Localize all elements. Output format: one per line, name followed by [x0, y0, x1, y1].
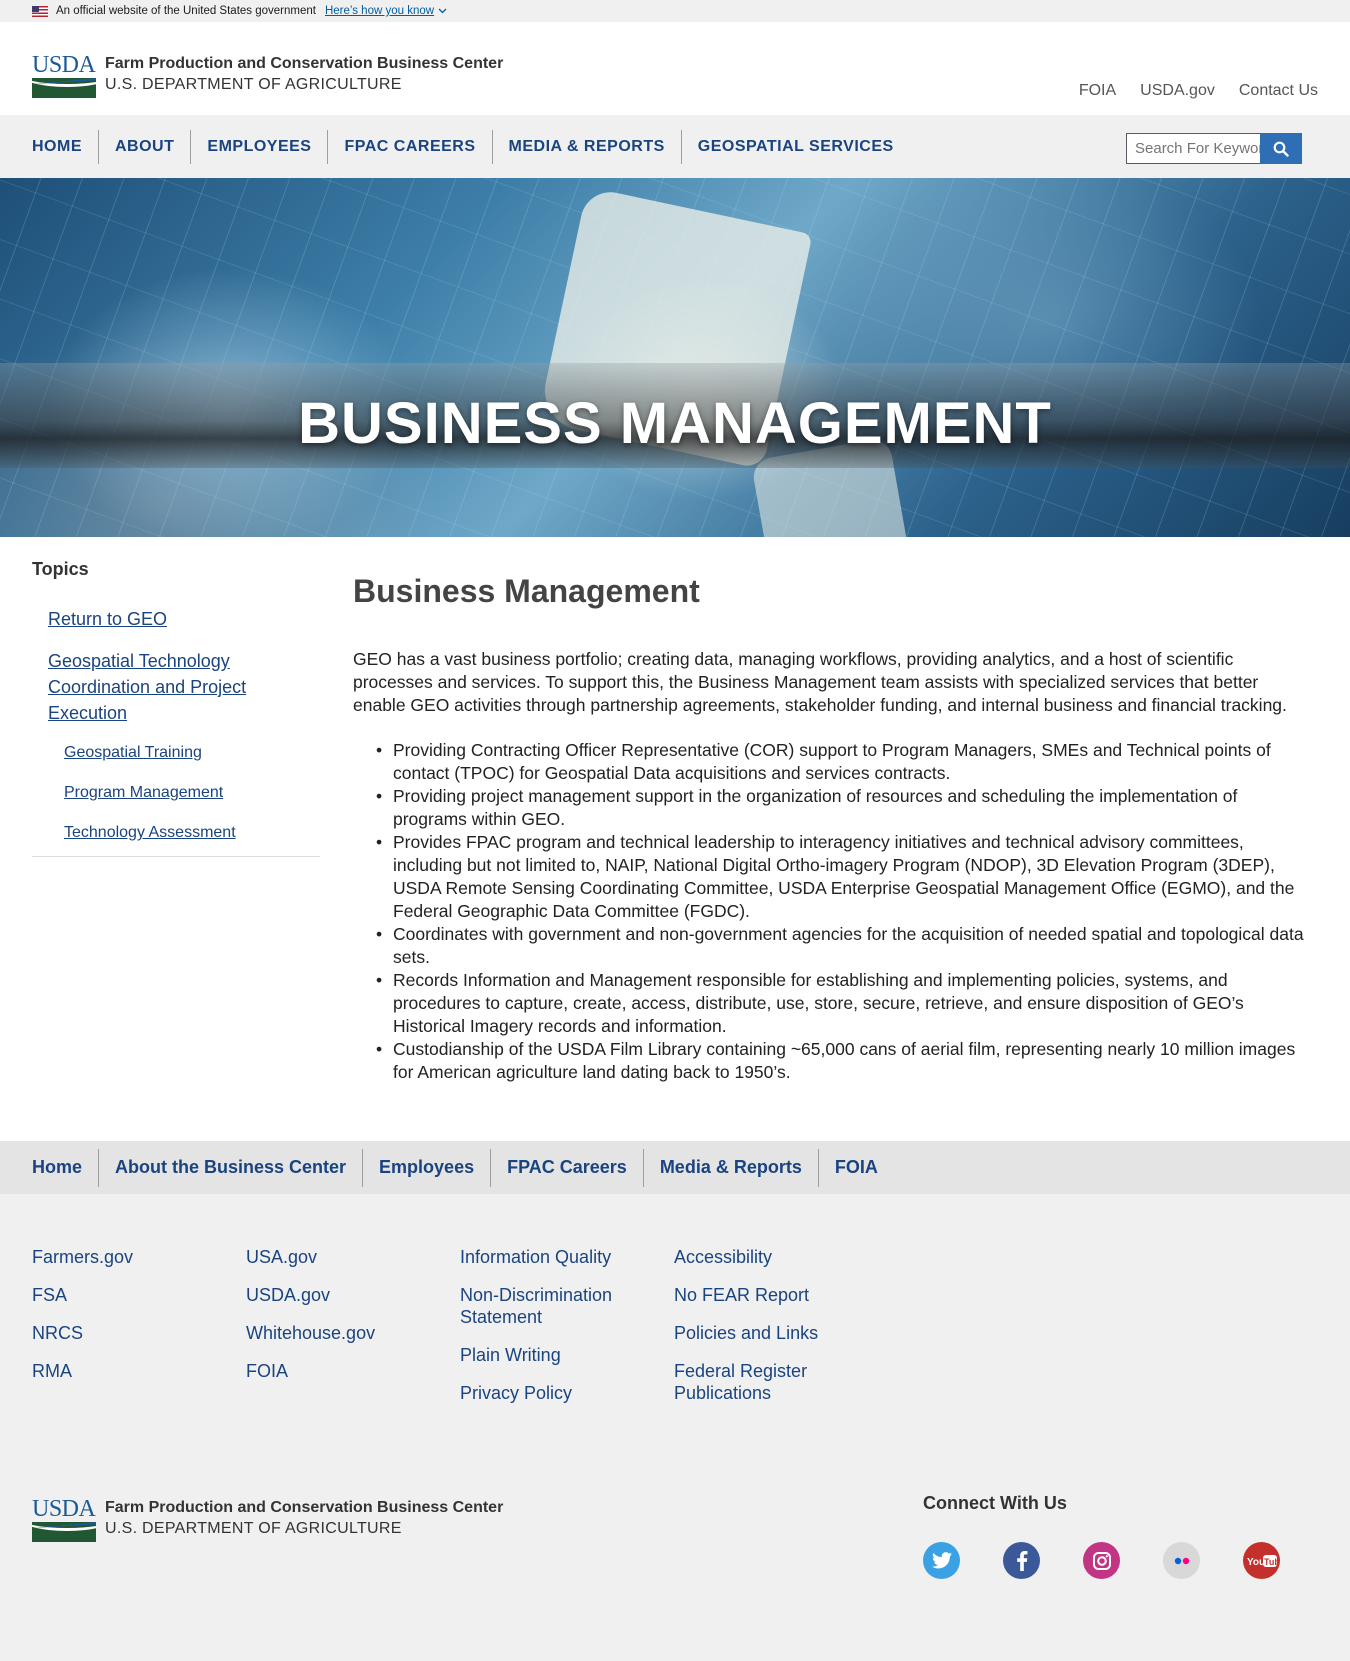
footer-nav-media-reports[interactable]: Media & Reports — [642, 1148, 818, 1187]
footer-link-fsa[interactable]: FSA — [32, 1284, 246, 1306]
nav-about[interactable]: ABOUT — [98, 129, 190, 164]
footer-col-1: Farmers.gov FSA NRCS RMA — [32, 1246, 246, 1420]
hero-banner: BUSINESS MANAGEMENT — [0, 178, 1350, 537]
sidebar-link-geospatial-technology[interactable]: Geospatial Technology Coordination and P… — [32, 648, 320, 726]
footer-col-3: Information Quality Non-Discrimination S… — [460, 1246, 674, 1420]
article-intro: GEO has a vast business portfolio; creat… — [353, 649, 1287, 715]
gov-banner: An official website of the United States… — [0, 0, 1350, 22]
footer-link-nrcs[interactable]: NRCS — [32, 1322, 246, 1344]
page-title: Business Management — [353, 573, 700, 609]
footer-link-usda-gov[interactable]: USDA.gov — [246, 1284, 460, 1306]
footer-link-policies[interactable]: Policies and Links — [674, 1322, 888, 1344]
footer-nav-foia[interactable]: FOIA — [817, 1148, 894, 1187]
flickr-icon[interactable] — [1163, 1542, 1200, 1579]
sidebar-link-technology-assessment[interactable]: Technology Assessment — [32, 822, 320, 844]
footer-link-accessibility[interactable]: Accessibility — [674, 1246, 888, 1268]
facebook-icon[interactable] — [1003, 1542, 1040, 1579]
search-form — [1126, 133, 1302, 164]
org-name: Farm Production and Conservation Busines… — [105, 55, 504, 72]
hero-title: BUSINESS MANAGEMENT — [298, 391, 1052, 456]
footer-link-rma[interactable]: RMA — [32, 1360, 246, 1382]
site-header: USDA Farm Production and Conservation Bu… — [0, 22, 1350, 115]
footer-link-non-discrimination[interactable]: Non-Discrimination Statement — [460, 1284, 674, 1328]
footer-nav-employees[interactable]: Employees — [362, 1148, 490, 1187]
footer-link-farmers[interactable]: Farmers.gov — [32, 1246, 246, 1268]
footer-links: Farmers.gov FSA NRCS RMA USA.gov USDA.go… — [32, 1246, 888, 1420]
footer-logo-link[interactable]: USDA Farm Production and Conservation Bu… — [32, 1496, 504, 1542]
svg-text:Tube: Tube — [1264, 1557, 1278, 1567]
org-dept: U.S. DEPARTMENT OF AGRICULTURE — [105, 76, 402, 93]
footer-link-privacy-policy[interactable]: Privacy Policy — [460, 1382, 674, 1404]
topics-title: Topics — [32, 559, 89, 579]
sidebar-divider — [32, 856, 320, 857]
list-item: Coordinates with government and non-gove… — [376, 923, 1313, 969]
search-icon — [1273, 141, 1289, 157]
utility-nav: FOIA USDA.gov Contact Us — [1079, 82, 1318, 100]
footer-org-dept: U.S. DEPARTMENT OF AGRICULTURE — [105, 1520, 402, 1537]
footer-col-4: Accessibility No FEAR Report Policies an… — [674, 1246, 888, 1420]
twitter-icon[interactable] — [923, 1542, 960, 1579]
util-link-usda[interactable]: USDA.gov — [1140, 82, 1215, 100]
footer-link-no-fear[interactable]: No FEAR Report — [674, 1284, 888, 1306]
site-logo-link[interactable]: USDA Farm Production and Conservation Bu… — [32, 52, 504, 98]
how-you-know-label: Here’s how you know — [324, 5, 435, 17]
usda-logo: USDA — [32, 1496, 96, 1542]
usda-logo: USDA — [32, 52, 96, 98]
site-footer: Farmers.gov FSA NRCS RMA USA.gov USDA.go… — [0, 1194, 1350, 1661]
nav-geospatial-services[interactable]: GEOSPATIAL SERVICES — [680, 129, 910, 164]
list-item: Provides FPAC program and technical lead… — [376, 831, 1313, 923]
footer-nav-about[interactable]: About the Business Center — [98, 1148, 362, 1187]
youtube-icon[interactable]: YouTube — [1243, 1542, 1280, 1579]
sidebar-link-geospatial-training[interactable]: Geospatial Training — [32, 742, 320, 764]
sidebar-link-program-management[interactable]: Program Management — [32, 782, 320, 804]
search-button[interactable] — [1260, 133, 1302, 164]
gov-banner-text: An official website of the United States… — [56, 5, 316, 17]
usda-logo-text: USDA — [32, 1496, 96, 1522]
svg-text:You: You — [1247, 1557, 1265, 1568]
footer-link-information-quality[interactable]: Information Quality — [460, 1246, 674, 1268]
nav-fpac-careers[interactable]: FPAC CAREERS — [327, 129, 491, 164]
article-bullet-list: Providing Contracting Officer Representa… — [353, 739, 1313, 1084]
list-item: Providing project management support in … — [376, 785, 1313, 831]
connect-title: Connect With Us — [923, 1493, 1067, 1513]
topics-sidebar: Topics Return to GEO Geospatial Technolo… — [32, 559, 320, 857]
util-link-foia[interactable]: FOIA — [1079, 82, 1116, 100]
list-item: Providing Contracting Officer Representa… — [376, 739, 1313, 785]
footer-link-usa-gov[interactable]: USA.gov — [246, 1246, 460, 1268]
usda-logo-text: USDA — [32, 52, 96, 78]
footer-link-plain-writing[interactable]: Plain Writing — [460, 1344, 674, 1366]
footer-nav: Home About the Business Center Employees… — [0, 1141, 1350, 1194]
list-item: Records Information and Management respo… — [376, 969, 1313, 1038]
connect-section: Connect With Us YouTube — [923, 1493, 1280, 1579]
search-input[interactable] — [1126, 133, 1260, 164]
util-link-contact[interactable]: Contact Us — [1239, 82, 1318, 100]
instagram-icon[interactable] — [1083, 1542, 1120, 1579]
footer-col-2: USA.gov USDA.gov Whitehouse.gov FOIA — [246, 1246, 460, 1420]
social-links: YouTube — [923, 1542, 1280, 1579]
usda-hills-icon — [32, 78, 96, 98]
chevron-down-icon — [438, 6, 447, 16]
footer-link-federal-register[interactable]: Federal Register Publications — [674, 1360, 888, 1404]
us-flag-icon — [32, 5, 48, 17]
footer-link-foia[interactable]: FOIA — [246, 1360, 460, 1382]
sidebar-link-return-to-geo[interactable]: Return to GEO — [32, 606, 320, 632]
nav-home[interactable]: HOME — [32, 130, 98, 164]
main-nav: HOME ABOUT EMPLOYEES FPAC CAREERS MEDIA … — [0, 115, 1350, 178]
main-content: Topics Return to GEO Geospatial Technolo… — [0, 537, 1350, 1141]
article: Business Management GEO has a vast busin… — [353, 573, 1313, 1084]
footer-link-whitehouse[interactable]: Whitehouse.gov — [246, 1322, 460, 1344]
how-you-know-link[interactable]: Here’s how you know — [325, 5, 447, 17]
footer-nav-home[interactable]: Home — [32, 1149, 98, 1187]
nav-employees[interactable]: EMPLOYEES — [190, 129, 327, 164]
footer-org-name: Farm Production and Conservation Busines… — [105, 1499, 504, 1516]
usda-hills-icon — [32, 1522, 96, 1542]
footer-nav-fpac-careers[interactable]: FPAC Careers — [490, 1148, 643, 1187]
list-item: Custodianship of the USDA Film Library c… — [376, 1038, 1313, 1084]
nav-media-reports[interactable]: MEDIA & REPORTS — [491, 129, 681, 164]
